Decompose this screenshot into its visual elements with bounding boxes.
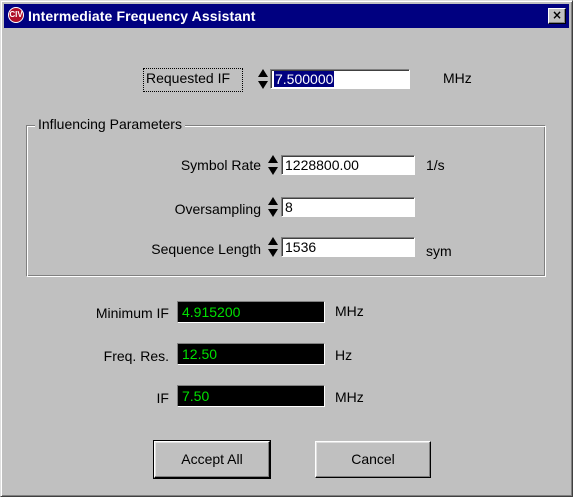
requested-if-unit: MHz <box>443 70 472 86</box>
requested-if-input[interactable]: 7.500000 <box>270 69 410 89</box>
spinner-arrows-icon <box>268 155 278 175</box>
accept-all-button[interactable]: Accept All <box>153 440 271 479</box>
sequence-length-label: Sequence Length <box>151 241 261 257</box>
title-bar[interactable]: CIV Intermediate Frequency Assistant × <box>4 4 569 28</box>
spinner-arrows-icon <box>268 237 278 257</box>
symbol-rate-unit: 1/s <box>426 157 445 173</box>
spinner-arrows-icon <box>268 197 278 217</box>
symbol-rate-spinner[interactable] <box>267 154 279 175</box>
minimum-if-readout: 4.915200 <box>177 301 325 323</box>
sequence-length-spinner[interactable] <box>267 236 279 257</box>
oversampling-input[interactable]: 8 <box>281 197 415 217</box>
sequence-length-input[interactable]: 1536 <box>281 237 415 257</box>
symbol-rate-label: Symbol Rate <box>180 157 261 173</box>
freq-res-label: Freq. Res. <box>103 348 169 364</box>
dialog-window: CIV Intermediate Frequency Assistant × R… <box>0 0 573 497</box>
requested-if-label: Requested IF <box>146 70 231 86</box>
requested-if-spinner[interactable] <box>257 68 269 89</box>
oversampling-label: Oversampling <box>174 201 261 217</box>
minimum-if-unit: MHz <box>335 303 364 319</box>
window-title: Intermediate Frequency Assistant <box>28 8 256 24</box>
minimum-if-label: Minimum IF <box>95 305 169 321</box>
freq-res-unit: Hz <box>335 347 353 363</box>
freq-res-readout: 12.50 <box>177 343 325 365</box>
group-title: Influencing Parameters <box>35 116 185 132</box>
spinner-arrows-icon <box>258 69 268 89</box>
sequence-length-unit: sym <box>426 243 452 259</box>
close-button[interactable]: × <box>548 8 566 24</box>
cancel-button[interactable]: Cancel <box>315 441 431 478</box>
oversampling-spinner[interactable] <box>267 196 279 217</box>
if-unit: MHz <box>335 389 364 405</box>
if-readout: 7.50 <box>177 385 325 407</box>
app-logo-icon: CIV <box>8 7 24 23</box>
symbol-rate-input[interactable]: 1228800.00 <box>281 155 415 175</box>
if-label: IF <box>156 390 169 406</box>
